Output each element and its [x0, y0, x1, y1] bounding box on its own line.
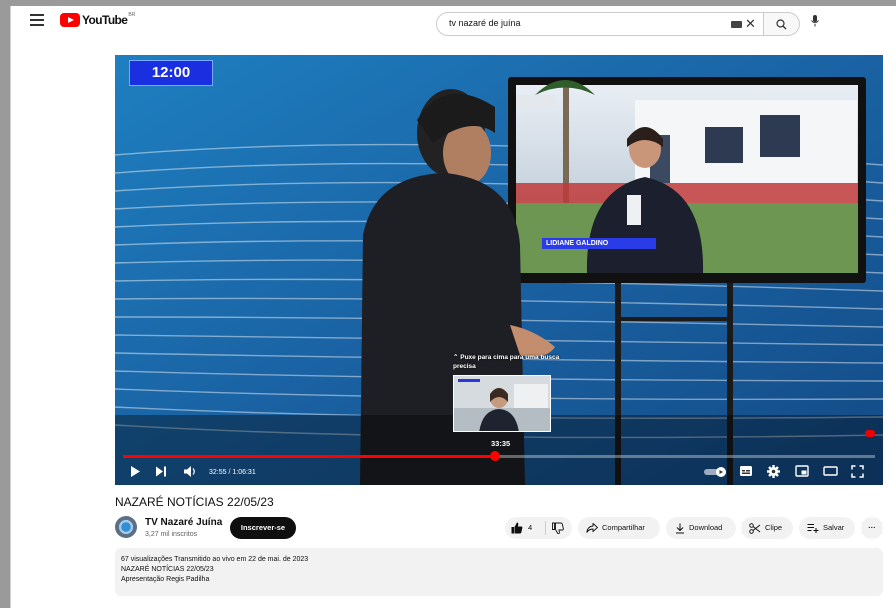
video-player[interactable]: 12:00 LIDIANE GALDINO ⌃ Puxe para cima p…	[115, 55, 883, 485]
clip-label: Clipe	[765, 523, 783, 532]
preview-frame	[454, 376, 550, 431]
youtube-page: YouTube BR tv nazaré de juína ✕ 12:00 LI…	[0, 0, 896, 608]
more-actions-icon: ···	[868, 523, 876, 532]
search-icon	[776, 19, 787, 30]
download-button[interactable]: Download	[666, 517, 736, 539]
search-query[interactable]: tv nazaré de juína	[449, 18, 521, 28]
seek-preview-thumbnail	[453, 375, 551, 432]
download-label: Download	[689, 523, 723, 532]
preview-timestamp: 33:35	[491, 439, 511, 448]
volume-icon[interactable]	[183, 465, 197, 478]
clip-button[interactable]: Clipe	[741, 517, 793, 539]
progress-played	[123, 455, 496, 458]
window-border-inner	[10, 6, 11, 608]
share-icon	[586, 523, 598, 533]
subtitles-icon[interactable]	[739, 465, 753, 477]
play-icon[interactable]	[129, 465, 141, 478]
search-input[interactable]: tv nazaré de juína ✕	[436, 12, 764, 36]
player-controls: 32:55 / 1:06:31	[115, 459, 883, 485]
more-actions-button[interactable]: ···	[861, 517, 883, 539]
reporter-name-caption: LIDIANE GALDINO	[542, 238, 656, 249]
microphone-icon[interactable]	[810, 14, 820, 28]
save-button[interactable]: Salvar	[799, 517, 855, 539]
like-separator	[545, 521, 546, 535]
window-border-left	[0, 0, 10, 608]
theater-mode-icon[interactable]	[823, 465, 838, 477]
thumbs-up-icon[interactable]	[511, 522, 523, 534]
save-playlist-icon	[807, 524, 819, 533]
share-label: Compartilhar	[602, 523, 645, 532]
thumbs-down-icon[interactable]	[552, 522, 564, 534]
description-line-2: Apresentação Regis Padilha	[121, 576, 210, 583]
video-meta: 67 visualizações Transmitido ao vivo em …	[121, 556, 309, 563]
subscribe-button[interactable]: Inscrever-se	[230, 517, 296, 539]
logo-region: BR	[128, 12, 136, 18]
save-label: Salvar	[823, 523, 845, 532]
settings-gear-icon[interactable]	[767, 465, 780, 478]
next-icon[interactable]	[155, 465, 167, 478]
like-dislike-group: 4	[505, 517, 572, 539]
share-button[interactable]: Compartilhar	[578, 517, 660, 539]
keyboard-icon[interactable]	[731, 21, 742, 28]
autoplay-toggle-icon[interactable]	[703, 466, 727, 478]
subscriber-count: 3,27 mil inscritos	[145, 531, 198, 538]
hamburger-menu-icon[interactable]	[30, 14, 44, 26]
like-count: 4	[528, 523, 533, 532]
channel-avatar[interactable]	[115, 516, 137, 538]
scissors-clip-icon	[749, 523, 761, 534]
search-button[interactable]	[764, 12, 800, 36]
download-icon	[676, 523, 684, 534]
window-border-top	[0, 0, 896, 6]
time-display: 32:55 / 1:06:31	[209, 469, 256, 476]
fullscreen-icon[interactable]	[851, 465, 864, 478]
clear-search-icon[interactable]: ✕	[745, 16, 756, 32]
youtube-logo[interactable]: YouTube BR	[60, 12, 136, 27]
youtube-watermark-icon	[865, 430, 875, 437]
description-box[interactable]: 67 visualizações Transmitido ao vivo em …	[115, 548, 883, 596]
preview-hint: ⌃ Puxe para cima para uma busca precisa	[453, 354, 560, 370]
description-line-1: NAZARÉ NOTÍCIAS 22/05/23	[121, 566, 214, 573]
progress-bar[interactable]	[123, 451, 875, 461]
miniplayer-icon[interactable]	[795, 465, 809, 477]
youtube-play-icon	[60, 13, 80, 27]
studio-clock: 12:00	[129, 60, 213, 86]
video-title: NAZARÉ NOTÍCIAS 22/05/23	[115, 495, 274, 509]
logo-text: YouTube	[82, 13, 128, 27]
channel-name[interactable]: TV Nazaré Juína	[145, 517, 222, 528]
